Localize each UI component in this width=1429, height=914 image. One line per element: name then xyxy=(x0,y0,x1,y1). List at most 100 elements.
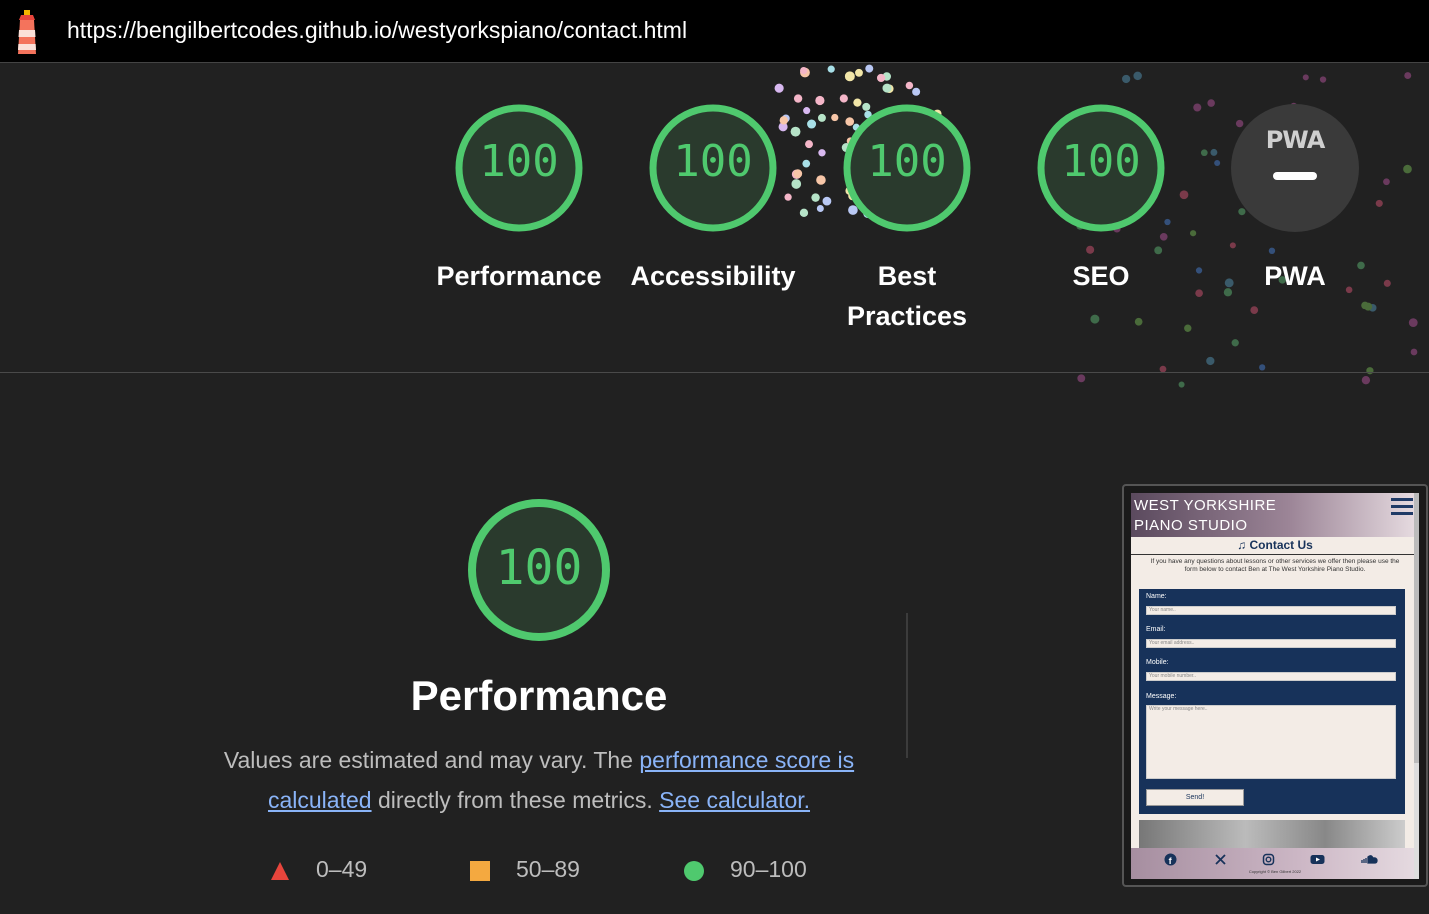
legend-average: 50–89 xyxy=(470,856,580,883)
confetti-dot xyxy=(882,72,892,81)
legend-range: 90–100 xyxy=(730,856,807,882)
confetti-dot xyxy=(1133,71,1142,81)
page-url[interactable]: https://bengilbertcodes.github.io/westyo… xyxy=(67,17,687,44)
gauge-accessibility[interactable]: 100 Accessibility xyxy=(623,102,803,296)
legend-fail: 0–49 xyxy=(270,856,367,883)
confetti-dot xyxy=(800,67,810,78)
performance-score: 100 xyxy=(495,540,583,596)
confetti-dot xyxy=(876,73,886,83)
confetti-dot xyxy=(912,87,921,96)
form-label: Email: xyxy=(1146,626,1166,633)
gauge-label: Best Practices xyxy=(846,261,968,331)
x-twitter-icon xyxy=(1215,854,1226,865)
desc-text: Values are estimated and may vary. The xyxy=(223,747,640,773)
confetti-dot xyxy=(1195,289,1203,297)
final-screenshot: WEST YORKSHIRE PIANO STUDIO ♫ Contact Us… xyxy=(1131,493,1419,879)
email-field: Your email address.. xyxy=(1146,639,1396,648)
confetti-dot xyxy=(1193,103,1202,112)
confetti-dot xyxy=(1361,376,1371,385)
performance-description: Values are estimated and may vary. The p… xyxy=(210,740,868,820)
copyright-text: Copyright © Ben Gilbert 2022 xyxy=(1248,869,1302,874)
confetti-dot xyxy=(865,64,874,73)
hamburger-menu-icon xyxy=(1391,498,1413,519)
form-label: Message: xyxy=(1146,693,1177,700)
contact-intro: If you have any questions about lessons … xyxy=(1150,558,1400,573)
confetti-dot xyxy=(1122,74,1131,84)
message-field: Write your message here.. xyxy=(1146,705,1396,779)
confetti-dot xyxy=(905,81,914,90)
confetti-dot xyxy=(1368,303,1377,312)
confetti-dot xyxy=(805,140,813,149)
confetti-dot xyxy=(855,68,863,77)
gauge-label: SEO xyxy=(1072,261,1130,291)
vertical-divider xyxy=(906,613,908,758)
see-calculator-link[interactable]: See calculator. xyxy=(659,787,810,813)
section-divider xyxy=(0,372,1429,373)
confetti-dot xyxy=(827,65,835,73)
confetti-dot xyxy=(1302,74,1309,81)
thumbnail-scrollbar xyxy=(1414,493,1419,879)
gauge-performance[interactable]: 100 Performance xyxy=(429,102,609,296)
confetti-dot xyxy=(1361,301,1369,310)
form-label: Mobile: xyxy=(1146,659,1169,666)
site-footer: f Copyright © Ben Gilbert 2022 xyxy=(1131,848,1419,879)
legend-range: 50–89 xyxy=(516,856,580,882)
mobile-field: Your mobile number.. xyxy=(1146,672,1396,681)
site-header: WEST YORKSHIRE PIANO STUDIO xyxy=(1131,493,1419,537)
pwa-badge-text: PWA xyxy=(1265,126,1326,154)
confetti-dot xyxy=(844,71,855,82)
confetti-dot xyxy=(807,119,817,129)
lighthouse-logo-icon xyxy=(18,10,36,54)
desc-text: directly from these metrics. xyxy=(371,787,660,813)
facebook-icon: f xyxy=(1164,853,1177,866)
confetti-dot xyxy=(1231,339,1239,347)
confetti-dot xyxy=(1259,364,1266,371)
gauge-score: 100 xyxy=(1061,136,1141,187)
confetti-dot xyxy=(884,84,894,94)
gauge-seo[interactable]: 100 SEO xyxy=(1011,102,1191,296)
contact-heading: ♫ Contact Us xyxy=(1131,538,1419,555)
confetti-dot xyxy=(1319,76,1327,83)
performance-title: Performance xyxy=(410,672,668,719)
send-button: Send! xyxy=(1146,789,1244,806)
confetti-dot xyxy=(1184,324,1192,332)
confetti-dot xyxy=(1408,318,1418,327)
gauge-label: Accessibility xyxy=(630,261,796,291)
instagram-icon xyxy=(1262,853,1275,866)
top-bar: https://bengilbertcodes.github.io/westyo… xyxy=(0,0,1429,63)
confetti-dot xyxy=(1403,164,1412,174)
confetti-dot xyxy=(1195,267,1203,274)
youtube-icon xyxy=(1310,855,1325,864)
confetti-dot xyxy=(1364,302,1373,311)
gauge-score: 100 xyxy=(867,136,947,187)
average-square-icon xyxy=(470,860,490,881)
gauge-label: PWA xyxy=(1264,261,1326,291)
confetti-dot xyxy=(774,83,784,93)
contact-form: Name: Your name.. Email: Your email addr… xyxy=(1139,589,1405,814)
confetti-dot xyxy=(1134,317,1143,326)
soundcloud-icon xyxy=(1361,855,1378,864)
gauge-score: 100 xyxy=(479,136,559,187)
contact-heading-text: Contact Us xyxy=(1249,538,1313,552)
gauge-best-practices[interactable]: 100 Best Practices xyxy=(817,102,997,336)
confetti-dot xyxy=(1077,374,1086,383)
pwa-badge-icon xyxy=(1231,104,1359,232)
confetti-dot xyxy=(1090,314,1100,324)
form-label: Name: xyxy=(1146,593,1167,600)
gauge-label: Performance xyxy=(436,261,602,291)
confetti-dot xyxy=(803,107,811,115)
pass-circle-icon xyxy=(684,860,704,881)
confetti-dot xyxy=(800,66,808,75)
piano-image xyxy=(1139,820,1405,850)
legend-range: 0–49 xyxy=(316,856,368,882)
confetti-dot xyxy=(882,83,892,93)
confetti-dot xyxy=(1178,381,1185,388)
gauge-score: 100 xyxy=(673,136,753,187)
confetti-dot xyxy=(1404,72,1412,80)
name-field: Your name.. xyxy=(1146,606,1396,615)
confetti-dot xyxy=(1410,348,1418,356)
site-brand: WEST YORKSHIRE PIANO STUDIO xyxy=(1134,497,1277,534)
confetti-dot xyxy=(802,159,811,168)
legend-pass: 90–100 xyxy=(684,856,807,883)
gauge-pwa[interactable]: PWA PWA xyxy=(1205,102,1385,296)
